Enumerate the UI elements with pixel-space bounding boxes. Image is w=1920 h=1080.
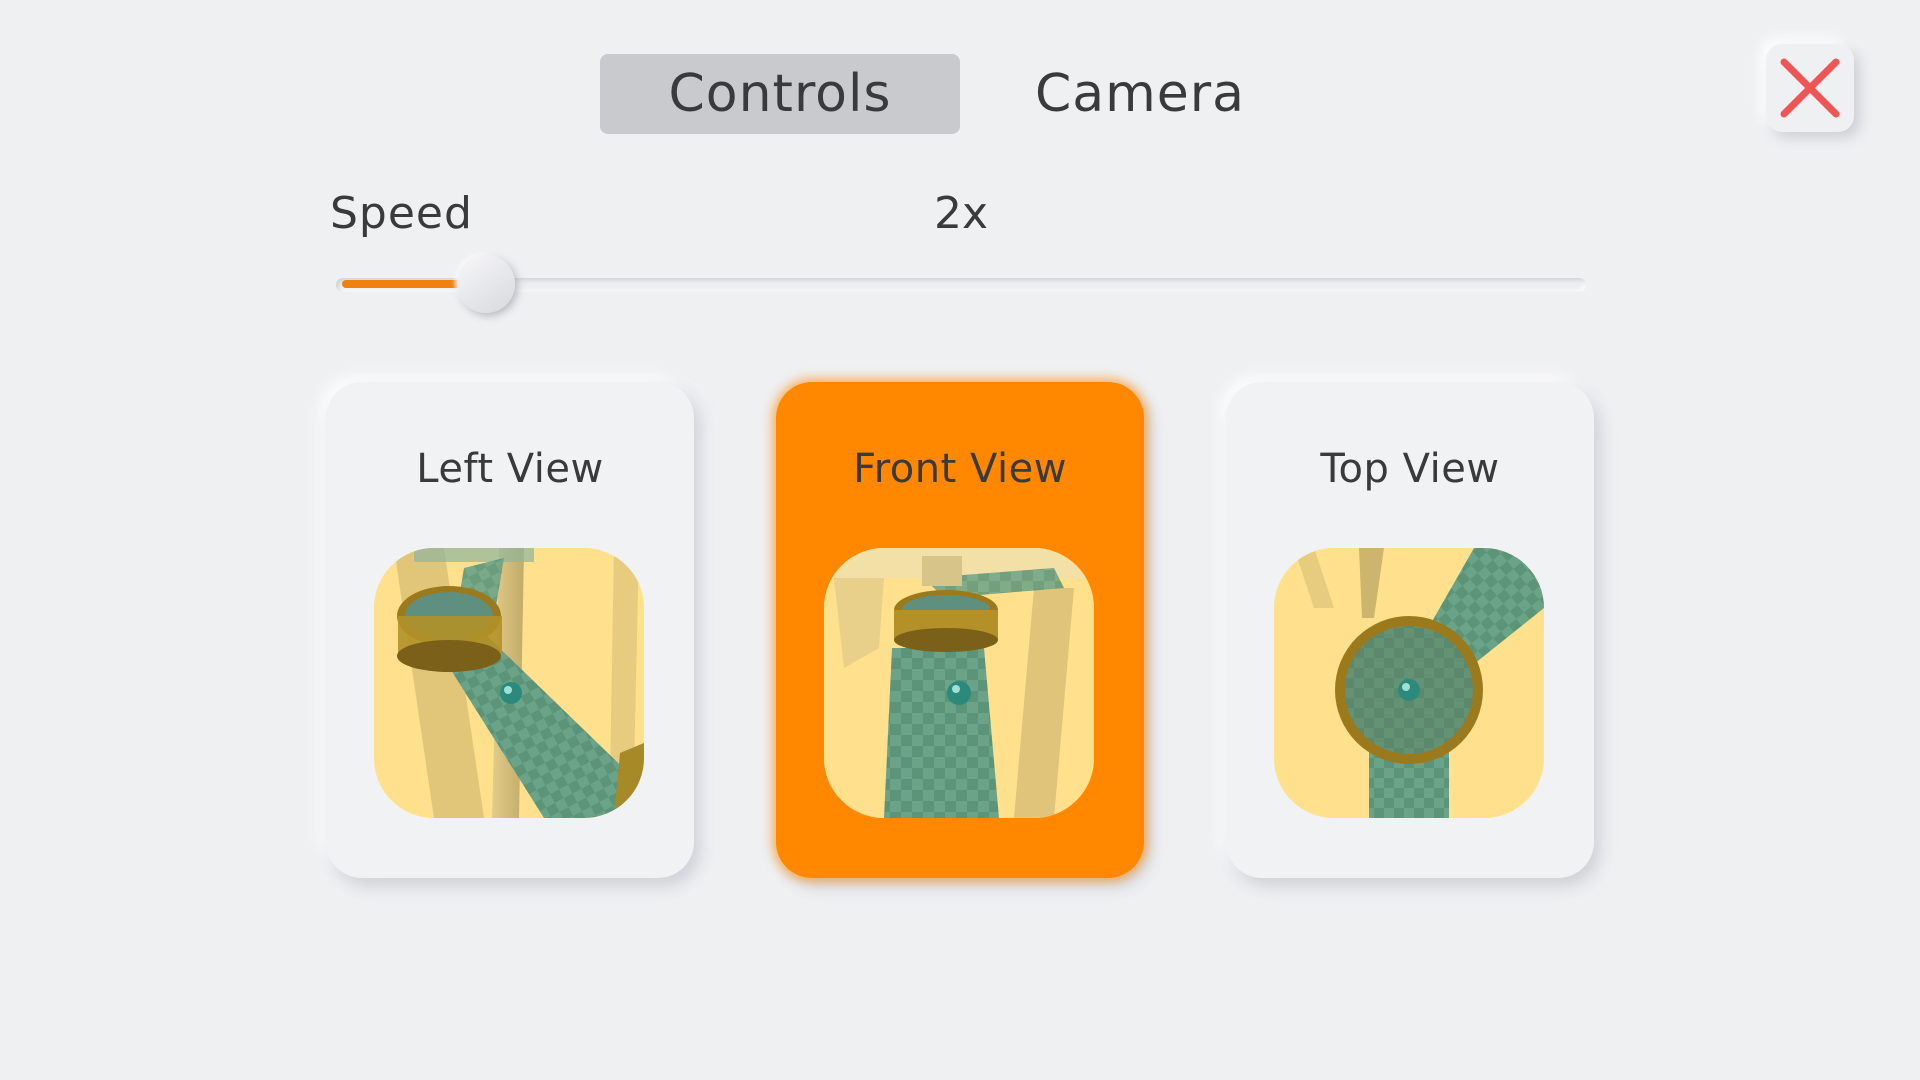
tab-bar: Controls Camera [600,54,1320,134]
tab-camera[interactable]: Camera [960,54,1320,134]
left-view-title: Left View [416,446,604,492]
close-icon [1780,58,1840,118]
speed-slider[interactable] [336,255,1586,313]
slider-thumb[interactable] [457,255,515,313]
close-button[interactable] [1766,44,1854,132]
front-view-thumbnail [824,548,1094,818]
left-view-card[interactable]: Left View [326,382,694,878]
tab-controls[interactable]: Controls [600,54,960,134]
top-view-title: Top View [1320,446,1500,492]
top-view-card[interactable]: Top View [1226,382,1594,878]
top-view-thumbnail [1274,548,1544,818]
camera-settings-panel: Controls Camera Speed 2x Left View Front… [0,0,1920,1080]
speed-label: Speed [330,188,473,239]
front-view-title: Front View [853,446,1067,492]
front-view-card[interactable]: Front View [776,382,1144,878]
left-view-thumbnail [374,548,644,818]
speed-value: 2x [934,188,989,239]
slider-track[interactable] [336,278,1586,292]
